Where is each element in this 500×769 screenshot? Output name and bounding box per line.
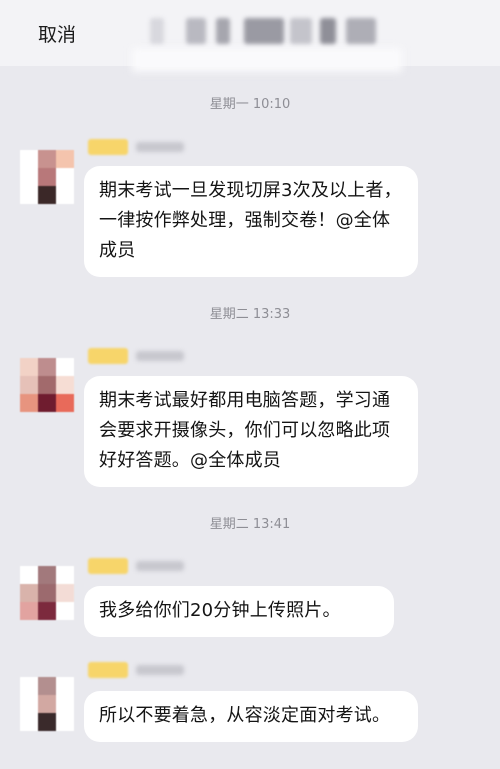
sender-avatar[interactable] [20,677,74,731]
chat-title-obscured [132,18,402,72]
message-bubble[interactable]: 我多给你们20分钟上传照片。 [84,586,394,637]
message-timestamp: 星期二 13:41 [209,517,291,532]
sender-avatar[interactable] [20,566,74,620]
message-timestamp: 星期二 13:33 [209,307,291,322]
message-bubble[interactable]: 期末考试最好都用电脑答题，学习通会要求开摄像头，你们可以忽略此项好好答题。@全体… [84,376,418,487]
message-timestamp: 星期一 10:10 [209,97,291,112]
message-bubble[interactable]: 期末考试一旦发现切屏3次及以上者，一律按作弊处理，强制交卷！@全体成员 [84,166,418,277]
chat-header: 取消 [0,0,500,72]
sender-avatar[interactable] [20,358,74,412]
sender-avatar[interactable] [20,150,74,204]
cancel-button[interactable]: 取消 [38,20,76,47]
message-bubble[interactable]: 所以不要着急，从容淡定面对考试。 [84,691,418,742]
